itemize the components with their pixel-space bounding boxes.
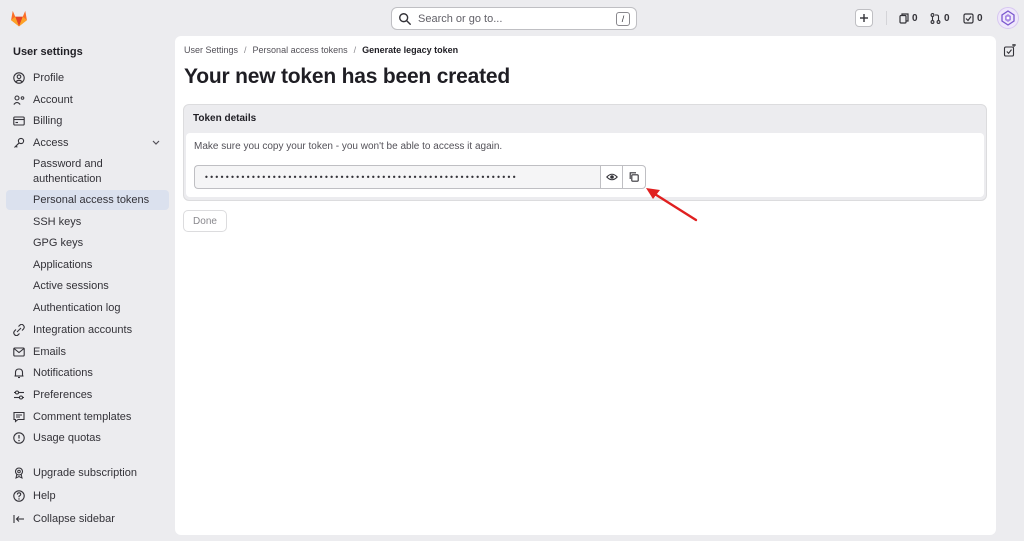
sidebar-item-preferences[interactable]: Preferences [6,385,169,405]
page-title: Your new token has been created [184,65,511,88]
sidebar-item-access[interactable]: Access [6,133,169,153]
sidebar-item-label: Active sessions [33,280,109,292]
sidebar-item-label: Applications [33,259,93,271]
token-field[interactable]: ••••••••••••••••••••••••••••••••••••••••… [194,165,600,189]
todos-count: 0 [977,12,983,24]
search-icon [399,12,411,25]
merge-requests-count: 0 [944,12,950,24]
sidebar-item-label: Help [33,490,56,502]
merge-request-icon [930,12,941,24]
todo-check-icon [963,12,974,24]
reveal-token-button[interactable] [600,165,623,189]
create-new-button[interactable] [855,9,873,27]
todo-add-icon[interactable] [1003,44,1017,58]
sidebar-item-notifications[interactable]: Notifications [6,363,169,383]
sidebar-item-upgrade-subscription[interactable]: Upgrade subscription [6,463,169,483]
sidebar-item-usage-quotas[interactable]: Usage quotas [6,428,169,448]
preferences-icon [12,389,25,402]
card-header: Token details [193,113,257,124]
sidebar-item-label: Comment templates [33,411,132,423]
sidebar-item-label: Collapse sidebar [33,513,115,525]
search-placeholder: Search or go to... [418,12,503,25]
sidebar-item-label: Access [33,137,69,149]
token-input-group: ••••••••••••••••••••••••••••••••••••••••… [194,165,646,189]
billing-icon [12,115,25,128]
copy-icon [629,172,639,182]
topbar-divider [886,11,887,25]
sidebar-item-gpg-keys[interactable]: GPG keys [6,233,169,253]
eye-icon [605,173,618,181]
sidebar-item-label: Account [33,94,73,106]
mail-icon [12,346,25,359]
user-avatar[interactable] [997,7,1019,29]
breadcrumb-user-settings[interactable]: User Settings [184,45,238,55]
account-icon [12,94,25,107]
sidebar-item-authentication-log[interactable]: Authentication log [6,298,169,318]
sidebar-item-personal-access-tokens[interactable]: Personal access tokens [6,190,169,210]
quota-icon [12,432,25,445]
sidebar-item-collapse-sidebar[interactable]: Collapse sidebar [6,509,169,529]
card-body: Make sure you copy your token - you won'… [186,133,984,197]
profile-icon [12,72,25,85]
sidebar-item-applications[interactable]: Applications [6,255,169,275]
sidebar-item-emails[interactable]: Emails [6,342,169,362]
plus-icon [860,14,868,22]
done-button[interactable]: Done [183,210,227,232]
sidebar-item-profile[interactable]: Profile [6,68,169,88]
breadcrumb: User Settings / Personal access tokens /… [184,45,458,55]
search-shortcut-key: / [616,11,630,26]
issues-icon [899,12,909,24]
token-details-card: Token details Make sure you copy your to… [183,104,987,201]
sidebar-item-active-sessions[interactable]: Active sessions [6,276,169,296]
breadcrumb-personal-access-tokens[interactable]: Personal access tokens [253,45,348,55]
sidebar-item-label: Profile [33,72,65,84]
avatar-icon [1001,10,1015,26]
sidebar-item-label: SSH keys [33,216,82,228]
sidebar-item-billing[interactable]: Billing [6,111,169,131]
comment-icon [12,411,25,424]
breadcrumb-separator: / [353,45,357,55]
sidebar-item-ssh-keys[interactable]: SSH keys [6,212,169,232]
sidebar-item-label: Emails [33,346,67,358]
bell-icon [12,367,25,380]
sidebar-item-label: Integration accounts [33,324,133,336]
sidebar-item-label: Password and authentication [33,158,103,185]
sidebar-item-label: Notifications [33,367,93,379]
sidebar-item-help[interactable]: Help [6,486,169,506]
integration-icon [12,324,25,337]
sidebar-item-label: Authentication log [33,302,121,314]
sidebar-title: User settings [13,46,83,58]
main-content: User Settings / Personal access tokens /… [175,36,996,535]
breadcrumb-current: Generate legacy token [362,45,459,55]
sidebar-item-comment-templates[interactable]: Comment templates [6,407,169,427]
top-bar: Search or go to... / 0 0 0 [0,0,1024,36]
merge-requests-counter[interactable]: 0 [930,11,950,25]
key-icon [12,137,25,150]
sidebar: User settings Profile Account Billing Ac… [0,36,174,541]
search-box[interactable]: Search or go to... / [391,7,637,30]
upgrade-icon [12,467,25,480]
token-help-text: Make sure you copy your token - you won'… [194,141,503,152]
annotation-arrow-icon [646,188,698,222]
issues-count: 0 [912,12,918,24]
issues-counter[interactable]: 0 [899,11,918,25]
sidebar-item-password-and-authentication[interactable]: Password and authentication [6,155,169,189]
chevron-down-icon[interactable] [151,137,161,147]
sidebar-item-label: Preferences [33,389,93,401]
sidebar-item-integration-accounts[interactable]: Integration accounts [6,320,169,340]
todos-counter[interactable]: 0 [963,11,983,25]
sidebar-item-label: Personal access tokens [33,194,150,206]
breadcrumb-separator: / [244,45,247,55]
help-icon [12,490,25,503]
gitlab-logo-icon[interactable] [9,8,29,28]
sidebar-item-account[interactable]: Account [6,90,169,110]
sidebar-item-label: GPG keys [33,237,84,249]
sidebar-item-label: Upgrade subscription [33,467,137,479]
sidebar-item-label: Billing [33,115,63,127]
sidebar-item-label: Usage quotas [33,432,101,444]
collapse-icon [12,513,25,526]
